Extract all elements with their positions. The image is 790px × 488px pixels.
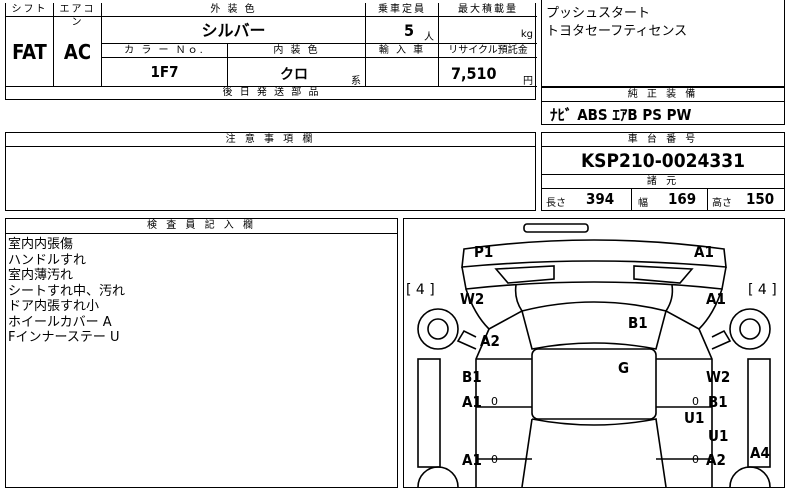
side-panel-left [417, 358, 441, 468]
car-diagram [417, 223, 771, 487]
chassis-label: 車 台 番 号 [542, 133, 784, 147]
tire-depth-left: [ 4 ] [406, 282, 435, 298]
width-value: 169 [668, 190, 697, 208]
car-diagram-box: [ 4 ] [ 4 ] P1 A1 W2 A1 B1 A2 G B1 W2 A1… [403, 218, 785, 488]
length-label: 長さ [546, 198, 566, 209]
width-cell: 幅 169 [632, 189, 708, 210]
equipment-box: 純 正 装 備 ﾅﾋﾞ ABS ｴｱB PS PW [541, 87, 785, 125]
chassis-number: KSP210-0024331 [542, 148, 784, 175]
inspector-note: ホイールカバー A [8, 314, 112, 330]
equipment-value: ﾅﾋﾞ ABS ｴｱB PS PW [550, 106, 692, 124]
damage-mark-small: 0 [692, 453, 699, 466]
inspector-note: ドア内張すれ小 [8, 299, 100, 314]
capacity-unit: 人 [424, 32, 434, 43]
inspector-note: シートすれ中、汚れ [8, 283, 126, 299]
inspector-label: 検 査 員 記 入 欄 [6, 219, 397, 234]
damage-mark-small: 0 [692, 395, 699, 408]
height-value: 150 [746, 190, 775, 208]
rear-window [531, 418, 667, 487]
import-cell [366, 58, 439, 87]
mirror-left [456, 329, 477, 350]
damage-mark: A2 [706, 451, 726, 469]
inspector-box: 検 査 員 記 入 欄 室内内張傷 ハンドルすれ 室内薄汚れ シートすれ中、汚れ… [5, 218, 398, 488]
shift-value: FAT [6, 17, 54, 87]
vehicle-info-table: シフト エアコン FAT AC 外 装 色 シルバー 乗車定員 5 人 最大積載… [5, 3, 537, 100]
import-label: 輸 入 車 [366, 44, 439, 58]
inspector-note: 室内内張傷 [8, 237, 74, 252]
width-label: 幅 [638, 198, 648, 209]
recycle-cell: 7,510 円 [439, 58, 537, 87]
capacity-value: 5 [404, 21, 415, 40]
equipment-label: 純 正 装 備 [542, 88, 784, 102]
hood-outline [461, 266, 727, 290]
damage-mark-small: 0 [491, 453, 498, 466]
inspector-note: Fインナーステー U [8, 330, 120, 345]
capacity-cell: 5 人 [366, 17, 439, 44]
damage-mark: A1 [462, 393, 482, 411]
exterior-color-label: 外 装 色 [102, 3, 366, 17]
length-value: 394 [586, 190, 615, 208]
wheel-front-right [729, 308, 771, 350]
max-load-label: 最大積載量 [439, 3, 537, 17]
inspector-note: ハンドルすれ [8, 252, 87, 268]
interior-color-suffix: 系 [351, 76, 361, 87]
notes-label: 注 意 事 項 欄 [6, 133, 535, 147]
inspector-notes: 室内内張傷 ハンドルすれ 室内薄汚れ シートすれ中、汚れ ドア内張すれ小 ホイー… [8, 237, 125, 346]
features-box: プッシュスタート トヨタセーフティセンス [541, 0, 785, 87]
max-load-cell: kg [439, 17, 537, 44]
damage-mark: A1 [462, 451, 482, 469]
damage-mark: B1 [462, 368, 482, 386]
spec-label: 諸 元 [542, 175, 784, 189]
interior-color-label: 内 装 色 [228, 44, 366, 58]
length-cell: 長さ 394 [542, 189, 632, 210]
damage-mark: A1 [706, 290, 726, 308]
damage-mark-small: 0 [491, 395, 498, 408]
wheel-front-left [417, 308, 459, 350]
front-marker [523, 223, 589, 233]
damage-mark: U1 [708, 427, 729, 445]
damage-mark: A1 [694, 243, 714, 261]
damage-mark: W2 [460, 290, 485, 308]
damage-mark: P1 [474, 243, 494, 261]
later-parts-label: 後 日 発 送 部 品 [222, 87, 321, 98]
feature-line-2: トヨタセーフティセンス [546, 24, 688, 39]
aircon-value: AC [54, 17, 102, 87]
wheel-rear-right [729, 466, 771, 487]
mirror-right [711, 329, 732, 350]
tire-depth-right: [ 4 ] [748, 282, 777, 298]
shift-label: シフト [6, 3, 54, 17]
wheel-rear-left [417, 466, 459, 487]
chassis-box: 車 台 番 号 KSP210-0024331 諸 元 長さ 394 幅 169 … [541, 132, 785, 211]
interior-color-value: クロ [280, 67, 308, 83]
front-bumper [461, 239, 727, 268]
color-no-value: 1F7 [102, 58, 228, 87]
feature-line-1: プッシュスタート [546, 6, 651, 21]
interior-color-cell: クロ 系 [228, 58, 366, 87]
recycle-unit: 円 [523, 76, 533, 87]
wheel-front-right-inner [739, 318, 761, 340]
headlight-left [494, 265, 555, 284]
damage-mark: A2 [480, 332, 500, 350]
recycle-value: 7,510 [451, 64, 497, 83]
color-no-label: カ ラ ー Ｎｏ. [102, 44, 228, 58]
damage-mark: W2 [706, 368, 731, 386]
damage-mark: U1 [684, 409, 705, 427]
rear-window-left [521, 418, 533, 487]
damage-mark: G [618, 359, 630, 377]
recycle-label: リサイクル預託金 [439, 44, 537, 58]
aircon-label: エアコン [54, 3, 102, 28]
damage-mark: A4 [750, 444, 770, 462]
max-load-unit: kg [520, 29, 533, 40]
capacity-label: 乗車定員 [366, 3, 439, 17]
headlight-right [633, 265, 694, 284]
inspector-note: 室内薄汚れ [8, 268, 74, 283]
roof [531, 348, 657, 420]
wheel-front-left-inner [427, 318, 449, 340]
damage-mark: B1 [628, 314, 648, 332]
height-label: 高さ [712, 198, 732, 209]
exterior-color-value: シルバー [102, 17, 366, 44]
height-cell: 高さ 150 [708, 189, 784, 210]
notes-box: 注 意 事 項 欄 [5, 132, 536, 211]
damage-mark: B1 [708, 393, 728, 411]
